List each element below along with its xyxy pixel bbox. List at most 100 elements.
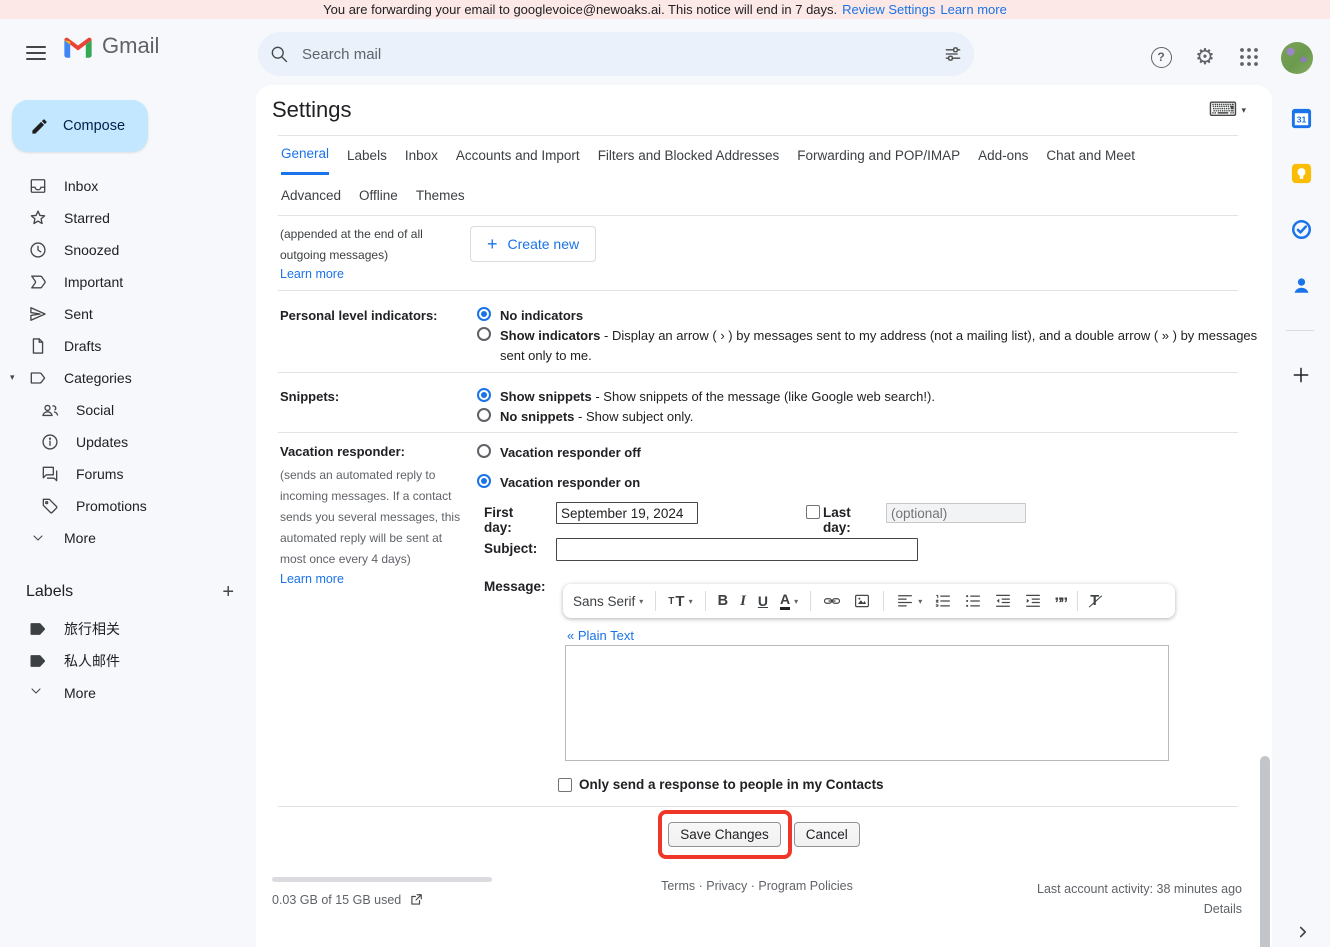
calendar-icon[interactable]: 31 xyxy=(1289,106,1313,130)
open-in-new-icon[interactable] xyxy=(409,893,423,907)
search-input[interactable] xyxy=(300,45,940,64)
account-avatar[interactable] xyxy=(1281,42,1313,74)
privacy-link[interactable]: Privacy xyxy=(706,879,747,893)
vertical-scrollbar-thumb[interactable] xyxy=(1260,756,1270,947)
sidebar-item-label: Social xyxy=(76,402,114,418)
sidebar-item-sent[interactable]: Sent xyxy=(0,298,244,330)
sidebar-item-starred[interactable]: Starred xyxy=(0,202,244,234)
tab-general[interactable]: General xyxy=(281,135,329,175)
help-icon[interactable]: ? xyxy=(1148,44,1174,70)
contacts-only-checkbox[interactable] xyxy=(558,778,572,792)
sidebar-item-categories[interactable]: ▾ Categories xyxy=(0,362,244,394)
quote-icon[interactable]: ”” xyxy=(1054,593,1065,609)
text-size-button[interactable]: TT ▾ xyxy=(668,593,692,610)
bulleted-list-icon[interactable] xyxy=(964,592,982,610)
tab-advanced[interactable]: Advanced xyxy=(281,175,341,215)
first-day-input[interactable] xyxy=(556,502,698,524)
cancel-button[interactable]: Cancel xyxy=(794,822,860,847)
italic-button[interactable]: I xyxy=(740,593,746,610)
search-bar[interactable] xyxy=(258,32,974,76)
sidebar-item-forums[interactable]: Forums xyxy=(0,458,244,490)
label-item-travel[interactable]: 旅行相关 xyxy=(0,613,244,645)
label-item-personal[interactable]: 私人邮件 xyxy=(0,645,244,677)
labels-more-item[interactable]: More xyxy=(0,677,244,709)
underline-button[interactable]: U xyxy=(758,593,768,609)
tab-themes[interactable]: Themes xyxy=(416,175,465,215)
show-indicators-radio[interactable] xyxy=(477,327,491,341)
program-policies-link[interactable]: Program Policies xyxy=(758,879,852,893)
signature-row: (appended at the end of all outgoing mes… xyxy=(256,220,1272,290)
sidebar-item-label: More xyxy=(64,530,96,546)
google-apps-icon[interactable] xyxy=(1236,44,1262,70)
input-method-selector[interactable]: ⌨ ▾ xyxy=(1209,100,1246,120)
align-button[interactable]: ▾ xyxy=(896,592,922,610)
tab-accounts-import[interactable]: Accounts and Import xyxy=(456,135,580,175)
subject-input[interactable] xyxy=(556,538,918,561)
save-changes-button[interactable]: Save Changes xyxy=(668,822,781,847)
indent-less-icon[interactable] xyxy=(994,592,1012,610)
sidebar-item-inbox[interactable]: Inbox xyxy=(0,170,244,202)
collapse-triangle-icon[interactable]: ▾ xyxy=(10,372,15,383)
folder-nav: Inbox Starred Snoozed Important Sent Dra… xyxy=(0,170,244,554)
font-family-select[interactable]: Sans Serif ▾ xyxy=(573,594,643,609)
remove-formatting-icon[interactable]: T xyxy=(1090,593,1099,609)
dropdown-arrow-icon: ▾ xyxy=(918,597,922,606)
tab-inbox[interactable]: Inbox xyxy=(405,135,438,175)
tab-offline[interactable]: Offline xyxy=(359,175,398,215)
settings-gear-icon[interactable]: ⚙ xyxy=(1192,44,1218,70)
tab-forwarding-pop-imap[interactable]: Forwarding and POP/IMAP xyxy=(797,135,960,175)
tab-labels[interactable]: Labels xyxy=(347,135,387,175)
no-indicators-radio[interactable] xyxy=(477,307,491,321)
message-format-toolbar: Sans Serif ▾ TT ▾ B I U A ▾ xyxy=(563,584,1175,618)
sidebar-item-social[interactable]: Social xyxy=(0,394,244,426)
sidebar-item-label: Forums xyxy=(76,466,123,482)
sidebar-item-promotions[interactable]: Promotions xyxy=(0,490,244,522)
main-menu-icon[interactable] xyxy=(26,46,46,60)
search-options-icon[interactable] xyxy=(940,41,966,67)
details-link[interactable]: Details xyxy=(1037,899,1242,919)
insert-link-icon[interactable] xyxy=(823,592,841,610)
vacation-off-radio[interactable] xyxy=(477,444,491,458)
create-new-label: Create new xyxy=(508,236,580,252)
numbered-list-icon[interactable] xyxy=(934,592,952,610)
tab-chat-meet[interactable]: Chat and Meet xyxy=(1046,135,1135,175)
plain-text-toggle-link[interactable]: « Plain Text xyxy=(567,628,634,643)
no-snippets-radio[interactable] xyxy=(477,408,491,422)
contacts-icon[interactable] xyxy=(1289,273,1313,297)
show-side-panel-icon[interactable] xyxy=(1294,923,1312,941)
vacation-learn-more-link[interactable]: Learn more xyxy=(280,572,344,586)
add-panel-icon[interactable] xyxy=(1289,363,1313,387)
create-new-signature-button[interactable]: + Create new xyxy=(470,226,596,262)
sidebar-item-important[interactable]: Important xyxy=(0,266,244,298)
keep-icon[interactable] xyxy=(1289,161,1313,185)
compose-button[interactable]: Compose xyxy=(12,100,148,152)
create-label-icon[interactable]: + xyxy=(222,582,234,602)
tab-add-ons[interactable]: Add-ons xyxy=(978,135,1028,175)
signature-note: (appended at the end of all outgoing mes… xyxy=(280,224,464,266)
search-icon[interactable] xyxy=(266,41,292,67)
sidebar-item-updates[interactable]: Updates xyxy=(0,426,244,458)
insert-image-icon[interactable] xyxy=(853,592,871,610)
vacation-on-radio[interactable] xyxy=(477,474,491,488)
sidebar-item-drafts[interactable]: Drafts xyxy=(0,330,244,362)
signature-learn-more-link[interactable]: Learn more xyxy=(280,267,344,281)
sidebar-item-label: Snoozed xyxy=(64,242,119,258)
review-settings-link[interactable]: Review Settings xyxy=(842,2,935,17)
sidebar-item-more[interactable]: More xyxy=(0,522,244,554)
sidebar-item-snoozed[interactable]: Snoozed xyxy=(0,234,244,266)
last-day-checkbox[interactable] xyxy=(806,505,820,519)
bold-button[interactable]: B xyxy=(718,593,728,609)
tasks-icon[interactable] xyxy=(1289,217,1313,241)
gmail-m-icon xyxy=(62,33,94,59)
vacation-message-textarea[interactable] xyxy=(565,645,1169,761)
terms-link[interactable]: Terms xyxy=(661,879,695,893)
text-color-button[interactable]: A ▾ xyxy=(780,592,798,610)
show-snippets-radio[interactable] xyxy=(477,388,491,402)
banner-learn-more-link[interactable]: Learn more xyxy=(940,2,1006,17)
star-icon xyxy=(28,208,48,228)
option-label: No indicators xyxy=(500,308,583,323)
clock-icon xyxy=(28,240,48,260)
indent-more-icon[interactable] xyxy=(1024,592,1042,610)
tab-filters-blocked[interactable]: Filters and Blocked Addresses xyxy=(598,135,780,175)
last-day-input[interactable] xyxy=(886,503,1026,523)
